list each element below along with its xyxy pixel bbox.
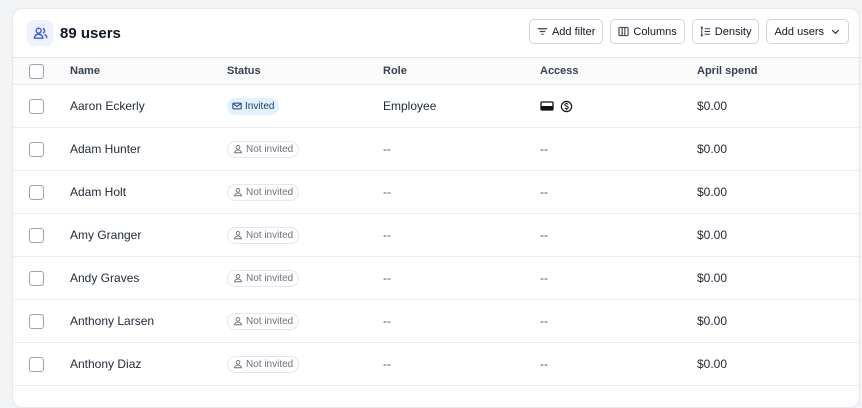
status-badge: Not invited: [227, 226, 300, 244]
row-checkbox[interactable]: [29, 98, 44, 114]
dollar-circle-icon: [560, 100, 573, 112]
user-icon: [233, 188, 243, 197]
row-checkbox[interactable]: [29, 184, 44, 200]
add-filter-button[interactable]: Add filter: [528, 19, 604, 44]
access-icons: [540, 100, 573, 113]
role-value: --: [383, 142, 391, 156]
role-value: --: [383, 357, 391, 371]
table-row[interactable]: Adam Holt Not invited -- -- $0.00: [13, 171, 859, 214]
spend-value: $0.00: [697, 142, 728, 156]
table-row[interactable]: Aaron Eckerly Invited Employee $0.00: [13, 85, 859, 128]
user-name[interactable]: Aaron Eckerly: [70, 99, 145, 113]
status-label: Not invited: [246, 229, 294, 241]
role-value: --: [383, 228, 391, 242]
user-name[interactable]: Amy Granger: [70, 228, 141, 242]
user-name[interactable]: Anthony Diaz: [70, 357, 141, 371]
user-name[interactable]: Anthony Larsen: [70, 314, 154, 328]
role-value: Employee: [383, 99, 437, 113]
table-header: Name Status Role Access April spend: [13, 57, 859, 85]
access-value: --: [540, 185, 548, 199]
user-icon: [233, 317, 243, 326]
row-checkbox[interactable]: [29, 356, 44, 372]
role-value: --: [383, 271, 391, 285]
spend-value: $0.00: [697, 271, 728, 285]
status-label: Not invited: [246, 358, 294, 370]
filter-icon: [537, 28, 548, 35]
access-value: --: [540, 357, 548, 371]
columns-icon: [618, 26, 630, 37]
row-checkbox[interactable]: [29, 227, 44, 243]
user-name[interactable]: Adam Holt: [70, 185, 126, 199]
access-value: --: [540, 314, 548, 328]
row-checkbox[interactable]: [29, 313, 44, 329]
density-icon: [700, 26, 710, 37]
column-header-name[interactable]: Name: [70, 58, 100, 84]
column-header-role[interactable]: Role: [383, 58, 407, 84]
columns-label: Columns: [633, 25, 677, 38]
status-label: Not invited: [246, 272, 294, 284]
user-name[interactable]: Adam Hunter: [70, 142, 141, 156]
card-icon: [540, 101, 554, 111]
role-value: --: [383, 185, 391, 199]
table-row[interactable]: Andy Graves Not invited -- -- $0.00: [13, 257, 859, 300]
title-group: 89 users: [27, 20, 121, 46]
spend-value: $0.00: [697, 357, 728, 371]
spend-value: $0.00: [697, 314, 728, 328]
user-icon: [233, 145, 243, 154]
row-checkbox[interactable]: [29, 270, 44, 286]
user-icon: [233, 231, 243, 240]
mail-icon: [232, 102, 242, 110]
toolbar: Add filter Columns Density Add users: [528, 19, 849, 44]
row-checkbox[interactable]: [29, 141, 44, 157]
chevron-down-icon[interactable]: [830, 26, 841, 37]
access-value: --: [540, 142, 548, 156]
status-label: Invited: [245, 100, 275, 112]
status-badge: Not invited: [227, 183, 300, 201]
status-badge: Not invited: [227, 269, 300, 287]
column-header-status[interactable]: Status: [227, 58, 261, 84]
table-row[interactable]: Adam Hunter Not invited -- -- $0.00: [13, 128, 859, 171]
page-title: 89 users: [60, 24, 121, 42]
column-header-access[interactable]: Access: [540, 58, 579, 84]
status-label: Not invited: [246, 315, 294, 327]
users-panel: 89 users Add filter Columns Density Add …: [12, 8, 860, 408]
user-icon: [233, 274, 243, 283]
table-row[interactable]: Amy Granger Not invited -- -- $0.00: [13, 214, 859, 257]
user-icon: [233, 360, 243, 369]
spend-value: $0.00: [697, 99, 728, 113]
spend-value: $0.00: [697, 228, 728, 242]
density-label: Density: [714, 25, 752, 38]
add-users-label: Add users: [774, 25, 824, 38]
column-header-april-spend[interactable]: April spend: [697, 58, 758, 84]
select-all-checkbox[interactable]: [29, 63, 44, 79]
table-row[interactable]: Anthony Larsen Not invited -- -- $0.00: [13, 300, 859, 343]
add-users-button[interactable]: Add users: [766, 19, 849, 44]
density-button[interactable]: Density: [691, 19, 760, 44]
status-badge: Invited: [227, 97, 280, 115]
access-value: --: [540, 271, 548, 285]
role-value: --: [383, 314, 391, 328]
status-label: Not invited: [246, 143, 294, 155]
status-badge: Not invited: [227, 312, 300, 330]
access-value: --: [540, 228, 548, 242]
panel-header: 89 users Add filter Columns Density Add …: [13, 9, 859, 57]
users-icon: [27, 20, 53, 46]
spend-value: $0.00: [697, 185, 728, 199]
table-row[interactable]: Anthony Diaz Not invited -- -- $0.00: [13, 343, 859, 386]
user-name[interactable]: Andy Graves: [70, 271, 139, 285]
status-badge: Not invited: [227, 140, 300, 158]
add-filter-label: Add filter: [551, 25, 596, 38]
status-badge: Not invited: [227, 355, 300, 373]
columns-button[interactable]: Columns: [610, 19, 685, 44]
status-label: Not invited: [246, 186, 294, 198]
